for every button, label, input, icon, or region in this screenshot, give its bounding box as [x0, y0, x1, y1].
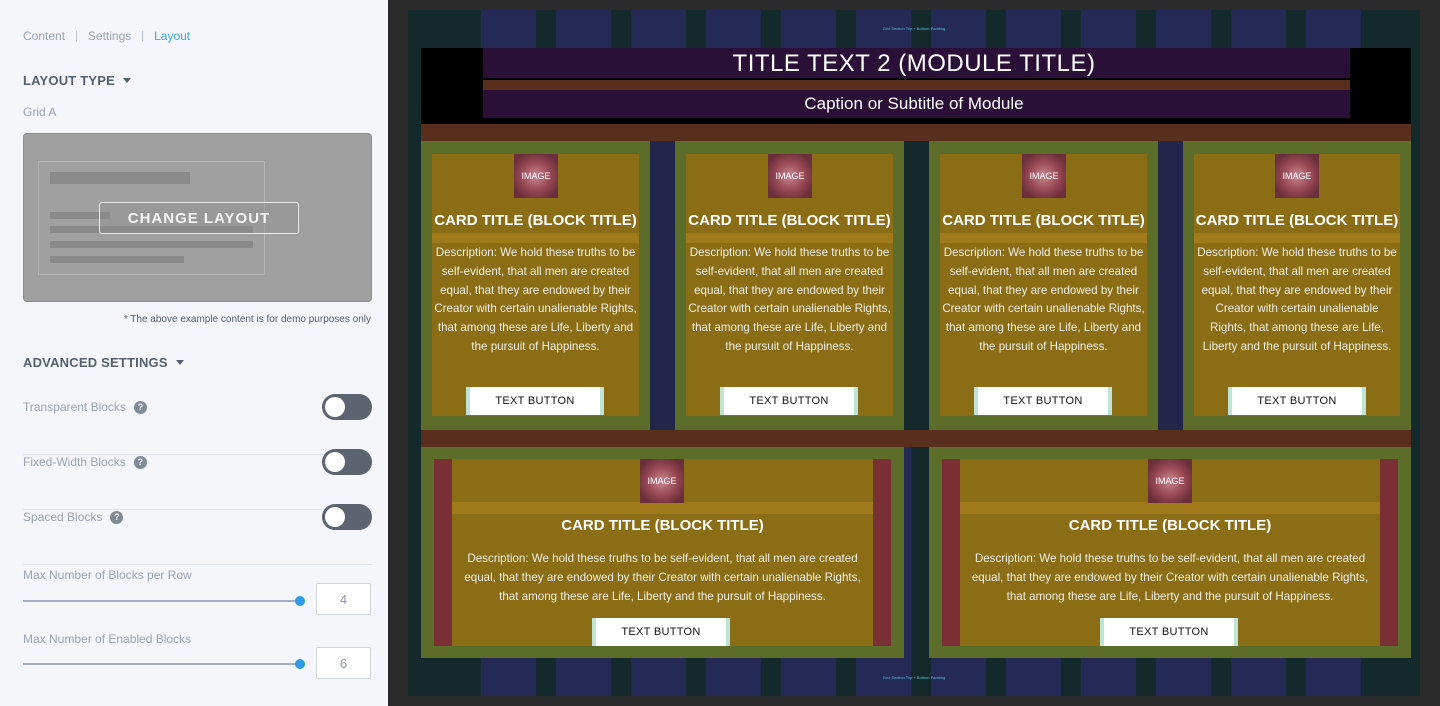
card-description: Description: We hold these truths to be …: [942, 246, 1145, 353]
title-spacing: [483, 80, 1350, 90]
layout-type-header[interactable]: LAYOUT TYPE: [23, 73, 132, 88]
advanced-settings-title: ADVANCED SETTINGS: [23, 355, 168, 370]
card-image: IMAGE: [1022, 154, 1066, 198]
tab-separator: |: [75, 30, 78, 42]
settings-panel: Content | Settings | Layout LAYOUT TYPE …: [0, 0, 388, 706]
caret-down-icon: [175, 360, 184, 365]
max-blocks-per-row-input[interactable]: [316, 583, 371, 615]
layout-type-title: LAYOUT TYPE: [23, 73, 116, 88]
thumbnail-line: [50, 256, 184, 263]
card-title-spacing: [1194, 233, 1400, 243]
card-title: CARD TITLE (BLOCK TITLE): [688, 212, 891, 229]
card-image: IMAGE: [1275, 154, 1319, 198]
card-title-spacing: [452, 502, 873, 514]
module-subtitle: Caption or Subtitle of Module: [804, 94, 1024, 113]
card-title: CARD TITLE (BLOCK TITLE): [1068, 517, 1272, 534]
card-description: Description: We hold these truths to be …: [464, 552, 861, 603]
fixed-width-blocks-label: Fixed-Width Blocks: [23, 455, 126, 469]
card-text-button[interactable]: TEXT BUTTON: [466, 387, 604, 415]
card-text-button[interactable]: TEXT BUTTON: [1100, 618, 1238, 646]
max-blocks-per-row-label: Max Number of Blocks per Row: [23, 568, 192, 582]
card-text-button[interactable]: TEXT BUTTON: [974, 387, 1112, 415]
padding-note-top: Grid Section Top + Bottom Padding: [882, 26, 946, 31]
slider-thumb[interactable]: [295, 659, 305, 669]
card-gutter: [904, 141, 929, 430]
thumbnail-title-bar: [50, 172, 190, 184]
card: IMAGE CARD TITLE (BLOCK TITLE) Descripti…: [929, 141, 1158, 430]
card-wide: IMAGE CARD TITLE (BLOCK TITLE) Descripti…: [929, 447, 1411, 658]
change-layout-button[interactable]: CHANGE LAYOUT: [99, 202, 299, 234]
max-enabled-blocks-input[interactable]: [316, 647, 371, 679]
help-icon[interactable]: ?: [133, 455, 147, 469]
card-text-button[interactable]: TEXT BUTTON: [720, 387, 858, 415]
card: IMAGE CARD TITLE (BLOCK TITLE) Descripti…: [421, 141, 650, 430]
card-description: Description: We hold these truths to be …: [1197, 246, 1397, 353]
toggle-label: Transparent Blocks ?: [23, 400, 147, 414]
max-enabled-blocks-label: Max Number of Enabled Blocks: [23, 632, 192, 646]
toggle-row-fixed-width-blocks: Fixed-Width Blocks ?: [23, 449, 372, 510]
toggle-knob: [325, 452, 345, 472]
toggle-label: Spaced Blocks ?: [23, 510, 124, 524]
spaced-blocks-label: Spaced Blocks: [23, 510, 103, 524]
card-gutter: [650, 141, 675, 430]
layout-type-value: Grid A: [23, 105, 57, 119]
toggle-knob: [325, 397, 345, 417]
card-image: IMAGE: [768, 154, 812, 198]
max-enabled-blocks-slider[interactable]: [23, 659, 305, 669]
card-wide: IMAGE CARD TITLE (BLOCK TITLE) Descripti…: [421, 447, 904, 658]
card-description: Description: We hold these truths to be …: [971, 552, 1369, 603]
card-side-padding: [873, 459, 891, 646]
card-text-button[interactable]: TEXT BUTTON: [1228, 387, 1366, 415]
card-side-padding: [434, 459, 452, 646]
panel-tabs: Content | Settings | Layout: [23, 29, 190, 43]
help-icon[interactable]: ?: [110, 510, 124, 524]
card-description: Description: We hold these truths to be …: [434, 246, 637, 353]
card-text-button[interactable]: TEXT BUTTON: [592, 618, 730, 646]
card-title-spacing: [940, 233, 1147, 243]
transparent-blocks-label: Transparent Blocks: [23, 400, 126, 414]
module-preview: Grid Section Top + Bottom Padding Grid S…: [388, 0, 1440, 706]
card-title-spacing: [960, 502, 1380, 514]
thumbnail-line: [50, 241, 253, 248]
card-title: CARD TITLE (BLOCK TITLE): [561, 517, 764, 534]
slider-thumb[interactable]: [295, 596, 305, 606]
transparent-blocks-toggle[interactable]: [322, 394, 372, 420]
card-title: CARD TITLE (BLOCK TITLE): [942, 212, 1145, 229]
tab-content[interactable]: Content: [23, 29, 65, 43]
module-title: TITLE TEXT 2 (MODULE TITLE): [732, 50, 1096, 77]
card-side-padding: [942, 459, 960, 646]
card-title: CARD TITLE (BLOCK TITLE): [1195, 212, 1399, 229]
card-image: IMAGE: [640, 459, 684, 503]
card-gutter: [1158, 141, 1183, 430]
card-image: IMAGE: [514, 154, 558, 198]
toggle-row-transparent-blocks: Transparent Blocks ?: [23, 394, 372, 455]
card-title: CARD TITLE (BLOCK TITLE): [434, 212, 637, 229]
toggle-row-spaced-blocks: Spaced Blocks ?: [23, 504, 372, 565]
tab-layout[interactable]: Layout: [154, 29, 190, 43]
tab-separator: |: [141, 30, 145, 42]
demo-note: * The above example content is for demo …: [123, 314, 371, 325]
padding-note-bottom: Grid Section Top + Bottom Padding: [882, 675, 946, 680]
row-gap: [421, 430, 1411, 447]
card-image: IMAGE: [1148, 459, 1192, 503]
card: IMAGE CARD TITLE (BLOCK TITLE) Descripti…: [675, 141, 904, 430]
toggle-label: Fixed-Width Blocks ?: [23, 455, 147, 469]
layout-preview: CHANGE LAYOUT: [23, 133, 372, 302]
fixed-width-blocks-toggle[interactable]: [322, 449, 372, 475]
card-side-padding: [1380, 459, 1398, 646]
card-description: Description: We hold these truths to be …: [688, 246, 891, 353]
max-blocks-per-row-slider[interactable]: [23, 596, 305, 606]
card-title-spacing: [432, 233, 639, 243]
spaced-blocks-toggle[interactable]: [322, 504, 372, 530]
card: IMAGE CARD TITLE (BLOCK TITLE) Descripti…: [1183, 141, 1411, 430]
toggle-knob: [325, 507, 345, 527]
advanced-settings-header[interactable]: ADVANCED SETTINGS: [23, 355, 184, 370]
caret-down-icon: [123, 78, 132, 83]
header-bottom-padding: [421, 124, 1411, 141]
card-title-spacing: [686, 233, 893, 243]
tab-settings[interactable]: Settings: [88, 29, 131, 43]
help-icon[interactable]: ?: [133, 400, 147, 414]
